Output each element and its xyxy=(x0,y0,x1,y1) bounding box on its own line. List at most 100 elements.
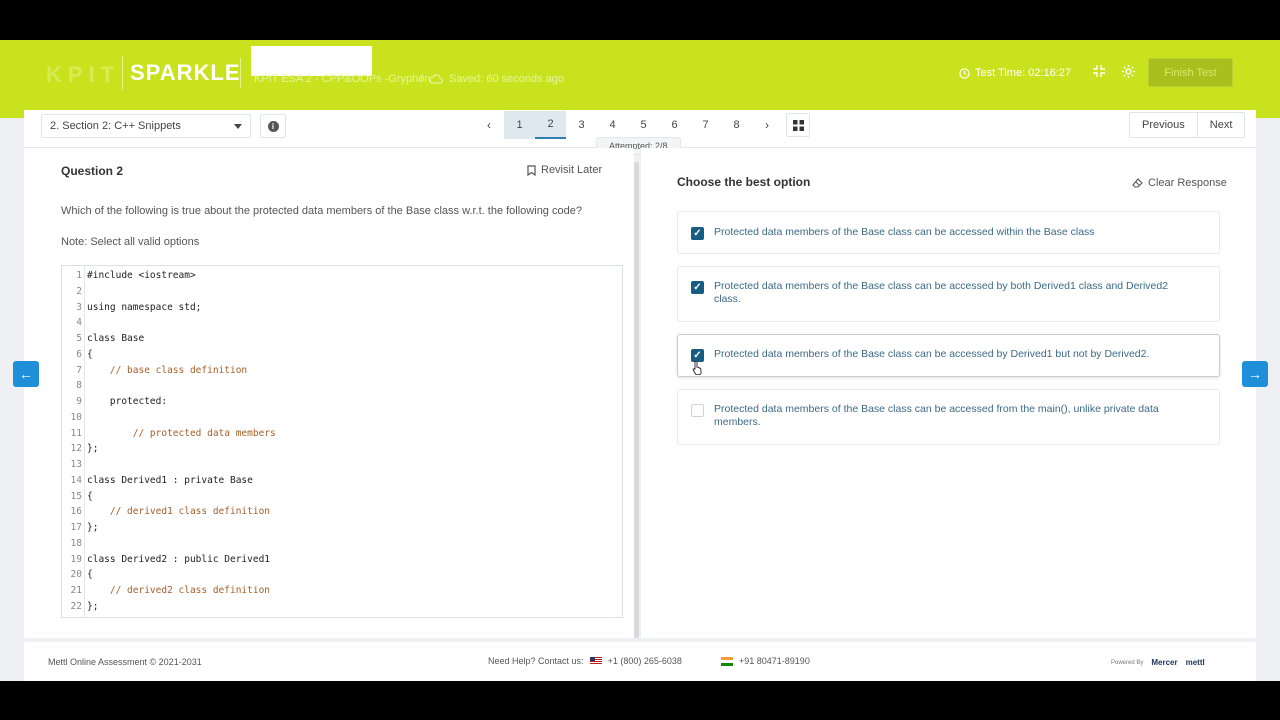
info-icon: i xyxy=(267,120,279,132)
option-1[interactable]: ✓ Protected data members of the Base cla… xyxy=(677,211,1220,254)
code-text: using namespace std; xyxy=(87,301,202,313)
line-number: 6 xyxy=(76,348,82,360)
option-2[interactable]: ✓ Protected data members of the Base cla… xyxy=(677,266,1220,322)
option-2-label: Protected data members of the Base class… xyxy=(714,280,1169,305)
checkbox-checked-icon[interactable]: ✓ xyxy=(691,281,704,294)
code-line: 8 xyxy=(62,378,622,394)
page-button-7[interactable]: 7 xyxy=(690,111,721,139)
code-line: 5 class Base xyxy=(62,331,622,347)
assessment-window: KPIT SPARKLE KPIT ESA 2 - CPP&OOPs -Gryp… xyxy=(0,40,1280,681)
checkbox-checked-icon[interactable]: ✓ xyxy=(691,227,704,240)
code-text: // derived1 class definition xyxy=(87,506,271,518)
page-button-5[interactable]: 5 xyxy=(628,111,659,139)
line-number: 3 xyxy=(76,301,82,313)
previous-button[interactable]: Previous xyxy=(1130,113,1197,137)
next-button[interactable]: Next xyxy=(1196,113,1245,137)
question-toolbar: 2. Section 2: C++ Snippets i ‹ 1 2 3 4 5… xyxy=(24,110,1256,155)
answer-prompt: Choose the best option xyxy=(677,175,811,189)
section-dropdown[interactable]: 2. Section 2: C++ Snippets xyxy=(41,114,251,138)
cloud-icon xyxy=(429,74,444,84)
code-text: class Base xyxy=(87,333,145,344)
line-number: 21 xyxy=(70,585,82,596)
question-text: Which of the following is true about the… xyxy=(61,205,582,217)
question-pager: ‹ 1 2 3 4 5 6 7 8 › xyxy=(474,110,782,140)
collapse-icon[interactable] xyxy=(1092,64,1106,81)
code-text: #include <iostream> xyxy=(87,270,196,281)
info-button[interactable]: i xyxy=(260,114,286,138)
clear-response-button[interactable]: Clear Response xyxy=(1132,177,1227,189)
separator: / xyxy=(420,73,424,85)
gear-icon[interactable] xyxy=(1121,64,1136,82)
code-snippet: 1 #include <iostream> 2 3 using namespace st… xyxy=(61,265,623,618)
help-label: Need Help? Contact us: xyxy=(488,656,584,666)
question-panel: Question 2 Revisit Later Which of the fo… xyxy=(24,148,634,638)
code-line: 15{ xyxy=(62,489,622,505)
page-button-6[interactable]: 6 xyxy=(659,111,690,139)
code-text: class Derived1 : private Base xyxy=(87,474,253,486)
powered-label: Powered By xyxy=(1111,659,1144,666)
code-line: 19 class Derived2 : public Derived1 xyxy=(62,552,622,568)
code-line: 20{ xyxy=(62,567,622,583)
pager-next-icon[interactable]: › xyxy=(757,118,777,132)
revisit-later-button[interactable]: Revisit Later xyxy=(527,164,602,176)
page-button-8[interactable]: 8 xyxy=(721,111,752,139)
line-number: 16 xyxy=(70,506,82,518)
help-contact: Need Help? Contact us: +1 (800) 265-6038 xyxy=(488,656,682,666)
code-line: 17}; xyxy=(62,520,622,536)
option-4[interactable]: Protected data members of the Base class… xyxy=(677,389,1220,445)
timer-text: Test Time: 02:16:27 xyxy=(975,67,1071,79)
code-line: 7 // base class definition xyxy=(62,363,622,379)
saved-text: Saved: 60 seconds ago xyxy=(449,73,565,85)
answer-panel: Choose the best option Clear Response ✓ … xyxy=(641,148,1256,638)
arrow-left-icon[interactable]: ← xyxy=(13,361,39,387)
line-number: 8 xyxy=(76,380,82,392)
line-number: 2 xyxy=(76,285,82,297)
code-line: 12}; xyxy=(62,441,622,457)
code-line: 13 xyxy=(62,457,622,473)
powered-by: Powered By Mercer mettl xyxy=(1111,658,1205,667)
code-line: 14 class Derived1 : private Base xyxy=(62,473,622,489)
line-number: 11 xyxy=(70,427,82,439)
code-line: 4 xyxy=(62,315,622,331)
option-3[interactable]: ✓ Protected data members of the Base cla… xyxy=(677,334,1220,377)
code-line: 22}; xyxy=(62,599,622,615)
line-number: 22 xyxy=(70,600,82,612)
pager-prev-icon[interactable]: ‹ xyxy=(479,118,499,132)
code-text: protected: xyxy=(87,396,168,407)
page-button-4[interactable]: 4 xyxy=(597,111,628,139)
panel-resize-handle[interactable] xyxy=(634,162,639,638)
revisit-label: Revisit Later xyxy=(541,164,603,176)
line-number: 14 xyxy=(70,474,82,486)
line-number: 10 xyxy=(70,411,82,423)
footer: Mettl Online Assessment © 2021-2031 Need… xyxy=(24,642,1256,681)
help-contact-india: +91 80471-89190 xyxy=(721,656,810,666)
line-number: 5 xyxy=(76,333,82,344)
line-number: 1 xyxy=(76,270,82,281)
brand-divider xyxy=(122,56,123,90)
line-number: 18 xyxy=(70,537,82,549)
code-text: // derived2 class definition xyxy=(87,585,271,596)
code-line: 6{ xyxy=(62,347,622,363)
caret-down-icon xyxy=(234,123,242,129)
sparkle-logo: SPARKLE xyxy=(130,60,241,85)
code-line: 10 xyxy=(62,410,622,426)
checkbox-empty-icon[interactable] xyxy=(691,404,704,417)
page-button-3[interactable]: 3 xyxy=(566,111,597,139)
grid-view-icon[interactable] xyxy=(786,113,810,137)
code-gutter xyxy=(84,266,85,617)
test-name: KPIT ESA 2 - CPP&OOPs -Gryphon xyxy=(254,73,431,85)
code-line: 16 // derived1 class definition xyxy=(62,504,622,520)
page-button-1[interactable]: 1 xyxy=(504,111,535,139)
finish-test-button[interactable]: Finish Test xyxy=(1148,58,1233,87)
test-timer: Test Time: 02:16:27 xyxy=(959,67,1071,79)
code-line: 2 xyxy=(62,284,622,300)
line-number: 13 xyxy=(70,459,82,470)
question-title: Question 2 xyxy=(61,164,124,178)
arrow-right-icon[interactable]: → xyxy=(1242,361,1268,387)
clear-label: Clear Response xyxy=(1148,177,1227,189)
redacted-box xyxy=(251,46,372,76)
page-button-2[interactable]: 2 xyxy=(535,111,566,139)
header-bar: KPIT SPARKLE KPIT ESA 2 - CPP&OOPs -Gryp… xyxy=(0,40,1280,118)
line-number: 20 xyxy=(70,569,82,581)
code-text: class Derived2 : public Derived1 xyxy=(87,553,271,565)
